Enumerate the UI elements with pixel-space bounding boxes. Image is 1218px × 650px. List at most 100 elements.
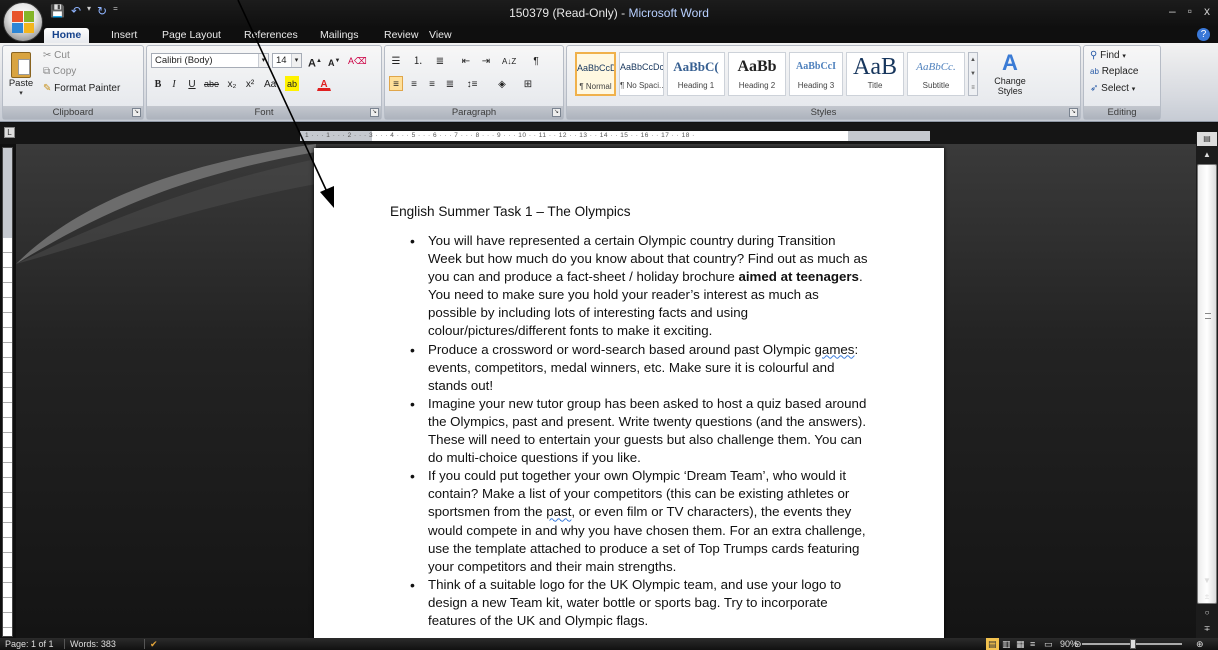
decrease-indent-icon[interactable]: ⇤ — [459, 53, 473, 68]
help-icon[interactable]: ? — [1197, 28, 1210, 41]
word-count[interactable]: Words: 383 — [70, 638, 116, 650]
vertical-scrollbar[interactable]: ▤ ▲ ▼ ± ○ ∓ — [1196, 132, 1218, 638]
line-spacing-icon[interactable]: ↕≡ — [465, 76, 479, 91]
change-styles-button[interactable]: A Change Styles — [987, 50, 1033, 102]
zoom-out-icon[interactable]: ⊖ — [1074, 638, 1082, 650]
styles-scroll[interactable]: ▲ ▼ ≡ — [968, 52, 978, 96]
view-ruler-icon[interactable]: ▤ — [1197, 132, 1217, 146]
previous-page-icon[interactable]: ± — [1197, 590, 1217, 604]
subscript-button[interactable]: x₂ — [225, 76, 239, 91]
list-item: Produce a crossword or word-search based… — [410, 341, 870, 395]
status-separator — [64, 639, 65, 649]
select-button[interactable]: ➶ Select ▾ — [1090, 83, 1135, 94]
ruler-strip[interactable]: · 1 · · · 1 · · · 2 · · · 3 · · · 4 · · … — [300, 131, 930, 141]
tab-mailings[interactable]: Mailings — [312, 28, 367, 43]
scroll-up-icon[interactable]: ▲ — [1197, 148, 1217, 162]
close-button[interactable]: x — [1204, 4, 1210, 18]
title-bar: 💾 ↶ ▾ ↻ = 150379 (Read-Only) - Microsoft… — [0, 0, 1218, 26]
app-name: Microsoft Word — [628, 6, 709, 20]
borders-icon[interactable]: ⊞ — [521, 76, 535, 91]
highlight-button[interactable]: ab — [285, 76, 299, 91]
multilevel-list-icon[interactable]: ≣ — [433, 53, 447, 68]
superscript-button[interactable]: x² — [243, 76, 257, 91]
style-heading-2[interactable]: AaBb Heading 2 — [728, 52, 786, 96]
list-item: Think of a suitable logo for the UK Olym… — [410, 576, 870, 630]
increase-indent-icon[interactable]: ⇥ — [479, 53, 493, 68]
tab-page-layout[interactable]: Page Layout — [154, 28, 229, 43]
bold-button[interactable]: B — [151, 76, 165, 91]
find-button[interactable]: ⚲ Find ▾ — [1090, 50, 1126, 61]
copy-button[interactable]: ⧉ Copy — [43, 66, 76, 77]
replace-button[interactable]: ab Replace — [1090, 66, 1138, 77]
underline-button[interactable]: U — [185, 76, 199, 91]
zoom-slider-thumb[interactable] — [1130, 639, 1136, 649]
font-color-button[interactable]: A — [317, 76, 331, 91]
tab-insert[interactable]: Insert — [103, 28, 145, 43]
style-normal[interactable]: AaBbCcDc ¶ Normal — [575, 52, 616, 96]
clipboard-group-label: Clipboard — [3, 106, 143, 119]
change-styles-icon: A — [1002, 50, 1018, 75]
style-preview: AaBbCcDc — [620, 62, 663, 72]
style-no-spacing[interactable]: AaBbCcDc ¶ No Spaci... — [619, 52, 664, 96]
dialog-launcher-icon[interactable]: ↘ — [132, 108, 141, 117]
font-size-select[interactable]: 14 ▾ — [272, 53, 302, 68]
pilcrow-icon[interactable]: ¶ — [529, 53, 543, 68]
office-logo-icon — [12, 11, 34, 33]
tab-home[interactable]: Home — [44, 28, 90, 43]
zoom-in-icon[interactable]: ⊕ — [1196, 638, 1204, 650]
draft-view-icon[interactable]: ▭ — [1044, 638, 1053, 650]
align-left-icon[interactable]: ≡ — [389, 76, 403, 91]
dialog-launcher-icon[interactable]: ↘ — [370, 108, 379, 117]
outline-view-icon[interactable]: ≡ — [1030, 638, 1035, 650]
format-painter-button[interactable]: ✎ Format Painter — [43, 83, 120, 94]
sort-icon[interactable]: A↓Z — [501, 53, 517, 68]
restore-button[interactable]: ▫ — [1188, 4, 1192, 18]
print-layout-view-icon[interactable]: ▤ — [986, 638, 999, 650]
shading-icon[interactable]: ◈ — [495, 76, 509, 91]
cut-button[interactable]: ✂ Cut — [43, 50, 70, 61]
justify-icon[interactable]: ≣ — [443, 76, 457, 91]
clear-formatting-icon[interactable]: A⌫ — [347, 53, 368, 68]
full-screen-reading-view-icon[interactable]: ▥ — [1002, 638, 1011, 650]
scroll-thumb[interactable] — [1197, 164, 1217, 604]
tab-references[interactable]: References — [236, 28, 306, 43]
align-center-icon[interactable]: ≡ — [407, 76, 421, 91]
dialog-launcher-icon[interactable]: ↘ — [1069, 108, 1078, 117]
office-button[interactable] — [3, 2, 43, 42]
numbering-icon[interactable]: ⒈ — [411, 53, 425, 68]
minimize-button[interactable]: – — [1169, 4, 1176, 18]
web-layout-view-icon[interactable]: ▦ — [1016, 638, 1025, 650]
scroll-down-icon[interactable]: ▼ — [1197, 574, 1217, 588]
proofing-icon[interactable]: ✔ — [150, 638, 158, 650]
bullet-bold-text: aimed at teenagers — [738, 269, 859, 285]
dialog-launcher-icon[interactable]: ↘ — [552, 108, 561, 117]
strikethrough-button[interactable]: abe — [203, 76, 220, 91]
paste-button[interactable]: Paste ▾ — [6, 50, 36, 106]
tab-view[interactable]: View — [421, 28, 460, 43]
bullets-icon[interactable]: ☰ — [389, 53, 403, 68]
scissors-icon: ✂ — [43, 50, 52, 61]
document-page[interactable]: English Summer Task 1 – The Olympics You… — [314, 148, 944, 638]
select-browse-object-icon[interactable]: ○ — [1197, 606, 1217, 620]
tab-selector-button[interactable]: L — [4, 127, 15, 138]
vertical-ruler — [2, 147, 13, 637]
style-preview: AaBbC( — [673, 59, 719, 74]
style-title[interactable]: AaB Title — [846, 52, 904, 96]
shrink-font-button[interactable]: A▼ — [327, 53, 341, 68]
next-page-icon[interactable]: ∓ — [1197, 622, 1217, 636]
grammar-flagged-word[interactable]: games — [815, 342, 855, 357]
grammar-flagged-word[interactable]: past — [546, 504, 571, 519]
style-subtitle[interactable]: AaBbCc. Subtitle — [907, 52, 965, 96]
font-family-value: Calibri (Body) — [155, 55, 213, 66]
font-family-select[interactable]: Calibri (Body) ▾ — [151, 53, 269, 68]
page-count[interactable]: Page: 1 of 1 — [5, 638, 54, 650]
style-heading-3[interactable]: AaBbCcI Heading 3 — [789, 52, 843, 96]
align-right-icon[interactable]: ≡ — [425, 76, 439, 91]
style-heading-1[interactable]: AaBbC(Heading 1 — [667, 52, 725, 96]
change-case-button[interactable]: Aa — [263, 76, 277, 91]
copy-icon: ⧉ — [43, 66, 51, 77]
style-name: ¶ No Spaci... — [620, 81, 663, 90]
grow-font-button[interactable]: A▲ — [307, 53, 323, 70]
tab-review[interactable]: Review — [376, 28, 426, 43]
italic-button[interactable]: I — [167, 76, 181, 91]
